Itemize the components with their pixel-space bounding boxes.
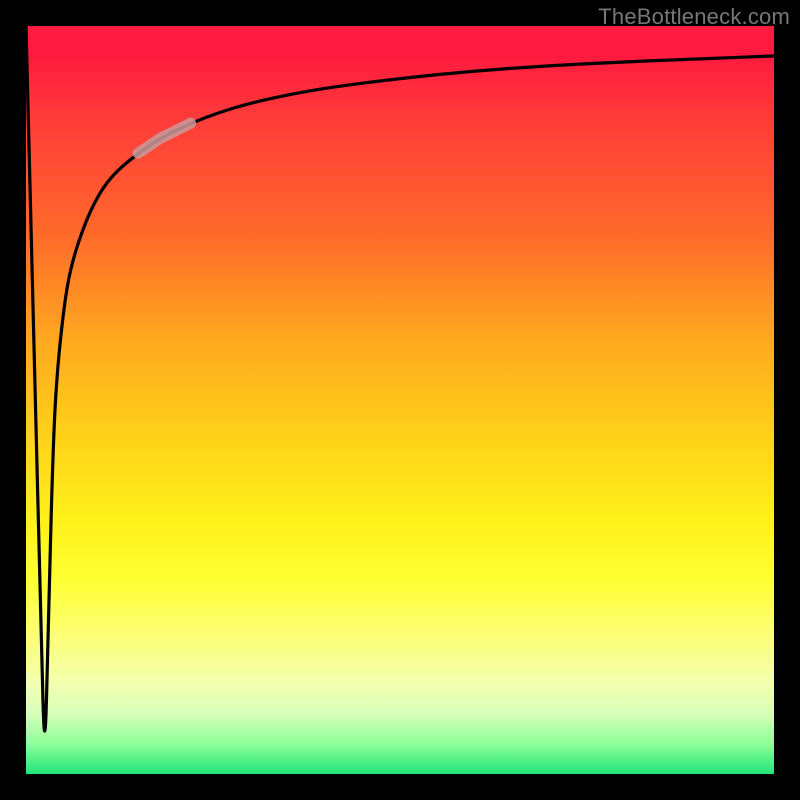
- watermark-text: TheBottleneck.com: [598, 4, 790, 30]
- curve-layer: [26, 26, 774, 774]
- curve-highlight-segment: [138, 123, 190, 153]
- curve-path: [26, 26, 774, 731]
- chart-stage: TheBottleneck.com: [0, 0, 800, 800]
- bottleneck-curve: [26, 26, 774, 731]
